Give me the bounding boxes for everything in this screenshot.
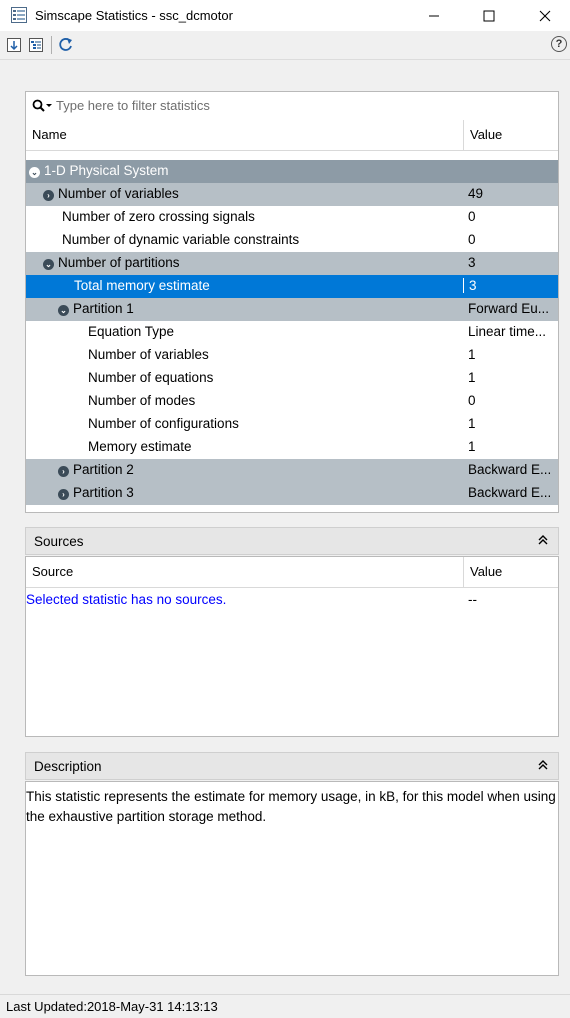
tree-row-partition-3[interactable]: › Partition 3 Backward E... xyxy=(26,482,558,505)
row-name: Memory estimate xyxy=(88,439,192,454)
statistics-table-header: Name Value xyxy=(26,120,558,151)
tree-row-partition-configurations[interactable]: Number of configurations 1 xyxy=(26,413,558,436)
help-button[interactable]: ? xyxy=(551,36,567,52)
row-name: Partition 3 xyxy=(73,485,134,500)
row-value: 3 xyxy=(463,278,557,293)
tree-row-partition-1[interactable]: ⌄ Partition 1 Forward Eu... xyxy=(26,298,558,321)
sources-title: Sources xyxy=(34,534,84,549)
chevron-right-icon[interactable]: › xyxy=(43,190,54,201)
toolbar-separator xyxy=(51,36,52,54)
row-value: Linear time... xyxy=(468,324,547,339)
maximize-button[interactable] xyxy=(466,0,512,31)
app-icon xyxy=(11,7,27,23)
row-value: 0 xyxy=(468,393,476,408)
row-value: 1 xyxy=(468,370,476,385)
collapse-icon xyxy=(29,38,43,52)
column-divider[interactable] xyxy=(463,557,464,587)
name-column-header[interactable]: Name xyxy=(32,127,67,142)
value-column-header[interactable]: Value xyxy=(470,564,502,579)
row-value: 1 xyxy=(468,439,476,454)
filter-bar xyxy=(26,92,558,121)
row-name: Number of equations xyxy=(88,370,214,385)
minimize-button[interactable] xyxy=(411,0,457,31)
value-column-header[interactable]: Value xyxy=(470,127,502,142)
window-title: Simscape Statistics - ssc_dcmotor xyxy=(35,8,233,23)
row-value: 1 xyxy=(468,416,476,431)
row-name: Number of variables xyxy=(88,347,209,362)
row-name: Number of modes xyxy=(88,393,196,408)
row-name: Partition 2 xyxy=(73,462,134,477)
sources-section-header[interactable]: Sources xyxy=(25,527,559,555)
chevron-down-icon[interactable]: ⌄ xyxy=(58,305,69,316)
tree-row-partition-2[interactable]: › Partition 2 Backward E... xyxy=(26,459,558,482)
description-section-header[interactable]: Description xyxy=(25,752,559,780)
filter-input[interactable] xyxy=(56,95,546,115)
row-name: 1-D Physical System xyxy=(44,163,169,178)
row-name: Number of dynamic variable constraints xyxy=(62,232,300,247)
chevron-right-icon[interactable]: › xyxy=(58,489,69,500)
row-name: Number of zero crossing signals xyxy=(62,209,255,224)
sources-row[interactable]: Selected statistic has no sources. -- xyxy=(26,589,558,612)
row-value: 1 xyxy=(468,347,476,362)
row-name: Number of configurations xyxy=(88,416,239,431)
tree-row-number-of-variables[interactable]: › Number of variables 49 xyxy=(26,183,558,206)
tree-row-number-of-partitions[interactable]: ⌄ Number of partitions 3 xyxy=(26,252,558,275)
column-divider[interactable] xyxy=(463,120,464,150)
description-title: Description xyxy=(34,759,102,774)
tree-row-partition-variables[interactable]: Number of variables 1 xyxy=(26,344,558,367)
row-value: Backward E... xyxy=(468,485,552,500)
status-bar: Last Updated:2018-May-31 14:13:13 xyxy=(0,994,570,1018)
maximize-icon xyxy=(483,10,495,21)
no-sources-message: Selected statistic has no sources. xyxy=(26,592,227,607)
tree-row-zero-crossing[interactable]: Number of zero crossing signals 0 xyxy=(26,206,558,229)
row-value: 3 xyxy=(468,255,476,270)
row-name: Number of variables xyxy=(58,186,179,201)
chevron-down-icon[interactable]: ⌄ xyxy=(43,259,54,270)
row-value: -- xyxy=(468,592,477,607)
last-updated-label: Last Updated:2018-May-31 14:13:13 xyxy=(6,999,218,1014)
collapse-up-icon[interactable] xyxy=(538,759,548,773)
expand-all-button[interactable] xyxy=(5,36,23,54)
close-icon xyxy=(539,10,551,21)
row-name: Number of partitions xyxy=(58,255,180,270)
tree-row-partition-equations[interactable]: Number of equations 1 xyxy=(26,367,558,390)
row-name: Equation Type xyxy=(88,324,175,339)
tree-row-physical-system[interactable]: ⌄ 1-D Physical System xyxy=(26,160,558,183)
row-name: Partition 1 xyxy=(73,301,134,316)
tree-row-equation-type[interactable]: Equation Type Linear time... xyxy=(26,321,558,344)
chevron-right-icon[interactable]: › xyxy=(58,466,69,477)
refresh-icon xyxy=(59,38,72,51)
tree-row-partition-modes[interactable]: Number of modes 0 xyxy=(26,390,558,413)
refresh-button[interactable] xyxy=(57,36,75,54)
row-name: Total memory estimate xyxy=(74,278,210,293)
title-bar: Simscape Statistics - ssc_dcmotor xyxy=(0,0,570,31)
row-value: Forward Eu... xyxy=(468,301,550,316)
row-value: 0 xyxy=(468,209,476,224)
close-button[interactable] xyxy=(522,0,568,31)
row-value: 0 xyxy=(468,232,476,247)
tree-row-total-memory-estimate[interactable]: Total memory estimate 3 xyxy=(26,275,558,298)
statistics-panel: Name Value ⌄ 1-D Physical System › Number … xyxy=(25,91,559,513)
collapse-button[interactable] xyxy=(27,36,45,54)
row-value: 49 xyxy=(468,186,484,201)
description-panel: This statistic represents the estimate f… xyxy=(25,781,559,976)
sources-panel: Source Value Selected statistic has no s… xyxy=(25,556,559,737)
sources-table-header: Source Value xyxy=(26,557,558,588)
source-column-header[interactable]: Source xyxy=(32,564,73,579)
tree-row-dynamic-constraints[interactable]: Number of dynamic variable constraints 0 xyxy=(26,229,558,252)
chevron-down-icon[interactable]: ⌄ xyxy=(29,167,40,178)
description-text: This statistic represents the estimate f… xyxy=(26,789,556,824)
collapse-up-icon[interactable] xyxy=(538,534,548,548)
expand-all-icon xyxy=(7,38,21,52)
minimize-icon xyxy=(429,15,439,16)
tree-row-partition-memory[interactable]: Memory estimate 1 xyxy=(26,436,558,459)
row-value: Backward E... xyxy=(468,462,552,477)
search-icon[interactable] xyxy=(32,99,54,113)
toolbar: ? xyxy=(0,31,570,60)
